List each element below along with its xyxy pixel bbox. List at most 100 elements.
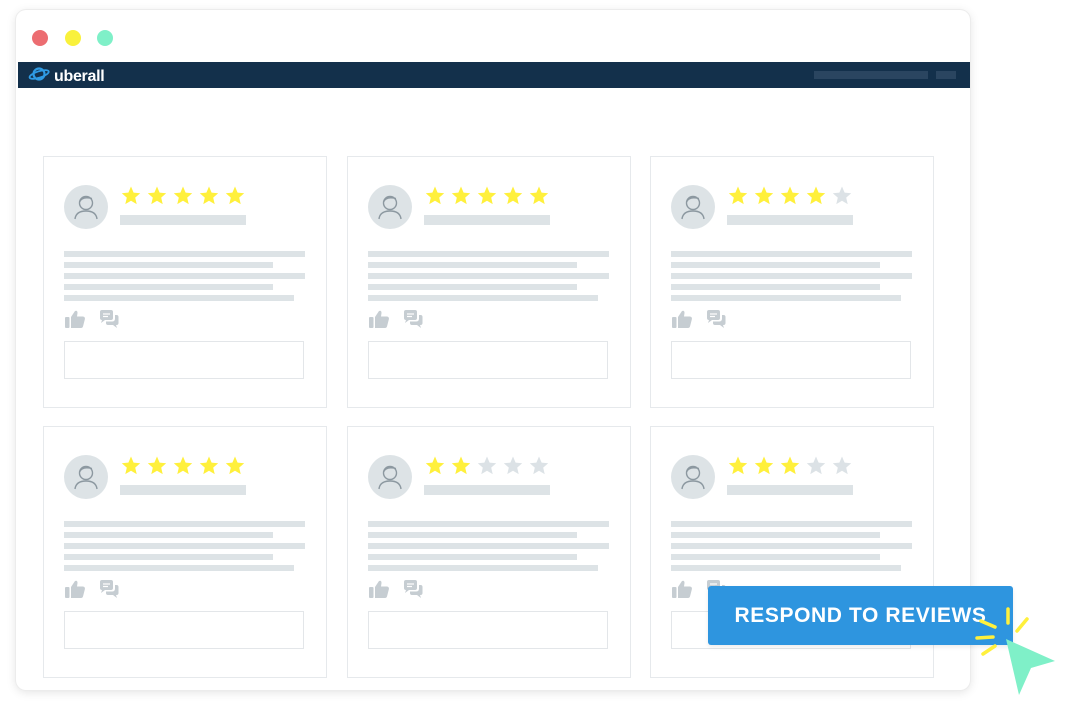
- reviewer-name-placeholder: [727, 485, 853, 495]
- review-text-placeholder: [64, 251, 305, 257]
- review-card: [347, 426, 631, 678]
- reviewer-name-placeholder: [727, 215, 853, 225]
- respond-to-reviews-button[interactable]: RESPOND TO REVIEWS: [708, 586, 1013, 645]
- review-text-placeholder: [368, 543, 609, 549]
- star-filled-icon: [754, 456, 774, 475]
- review-text-placeholder: [368, 554, 577, 560]
- review-card: [43, 156, 327, 408]
- review-card: [347, 156, 631, 408]
- review-text-placeholder: [368, 565, 598, 571]
- review-text-placeholder: [64, 284, 273, 290]
- review-card: [43, 426, 327, 678]
- star-rating: [727, 185, 853, 207]
- star-filled-icon: [451, 186, 471, 205]
- review-text-placeholder: [671, 262, 880, 268]
- reply-input[interactable]: [64, 341, 304, 379]
- comment-bubble-icon[interactable]: [402, 579, 424, 604]
- thumbs-up-icon[interactable]: [64, 309, 86, 334]
- star-filled-icon: [425, 186, 445, 205]
- review-text-placeholder: [368, 262, 577, 268]
- window-minimize-dot[interactable]: [65, 30, 81, 46]
- review-text-placeholder: [64, 262, 273, 268]
- review-text-placeholder: [671, 273, 912, 279]
- star-rating: [424, 455, 550, 477]
- brand-logo[interactable]: uberall: [28, 66, 105, 87]
- review-text-placeholder: [64, 543, 305, 549]
- thumbs-up-icon[interactable]: [368, 579, 390, 604]
- reviewer-name-placeholder: [424, 485, 550, 495]
- avatar-icon: [64, 185, 108, 229]
- click-cursor: [975, 605, 1060, 705]
- comment-bubble-icon[interactable]: [402, 309, 424, 334]
- avatar-icon: [671, 455, 715, 499]
- review-text-placeholder: [64, 273, 305, 279]
- review-text-placeholder: [671, 532, 880, 538]
- star-filled-icon: [225, 456, 245, 475]
- star-filled-icon: [147, 456, 167, 475]
- review-text-placeholder: [64, 521, 305, 527]
- thumbs-up-icon[interactable]: [671, 309, 693, 334]
- star-empty-icon: [832, 186, 852, 205]
- avatar-icon: [368, 185, 412, 229]
- star-filled-icon: [147, 186, 167, 205]
- star-rating: [120, 455, 246, 477]
- review-text-placeholder: [671, 543, 912, 549]
- reply-input[interactable]: [368, 341, 608, 379]
- star-filled-icon: [728, 186, 748, 205]
- thumbs-up-icon[interactable]: [64, 579, 86, 604]
- comment-bubble-icon[interactable]: [98, 309, 120, 334]
- star-filled-icon: [451, 456, 471, 475]
- review-text-placeholder: [368, 532, 577, 538]
- star-empty-icon: [806, 456, 826, 475]
- window-maximize-dot[interactable]: [97, 30, 113, 46]
- star-filled-icon: [199, 456, 219, 475]
- comment-bubble-icon[interactable]: [705, 309, 727, 334]
- review-text-placeholder: [671, 284, 880, 290]
- cursor-arrow-icon: [1006, 639, 1055, 695]
- star-filled-icon: [728, 456, 748, 475]
- star-filled-icon: [199, 186, 219, 205]
- star-filled-icon: [173, 186, 193, 205]
- avatar-icon: [368, 455, 412, 499]
- review-text-placeholder: [64, 554, 273, 560]
- star-empty-icon: [503, 456, 523, 475]
- review-text-placeholder: [368, 273, 609, 279]
- star-filled-icon: [425, 456, 445, 475]
- thumbs-up-icon[interactable]: [671, 579, 693, 604]
- reviewer-name-placeholder: [424, 215, 550, 225]
- review-text-placeholder: [368, 251, 609, 257]
- star-filled-icon: [780, 186, 800, 205]
- avatar-icon: [671, 185, 715, 229]
- navbar-placeholder-menu[interactable]: [814, 71, 928, 79]
- star-empty-icon: [477, 456, 497, 475]
- star-filled-icon: [529, 186, 549, 205]
- star-filled-icon: [754, 186, 774, 205]
- window-close-dot[interactable]: [32, 30, 48, 46]
- thumbs-up-icon[interactable]: [368, 309, 390, 334]
- star-filled-icon: [477, 186, 497, 205]
- review-text-placeholder: [368, 284, 577, 290]
- star-empty-icon: [832, 456, 852, 475]
- review-text-placeholder: [64, 295, 294, 301]
- star-filled-icon: [121, 186, 141, 205]
- reply-input[interactable]: [64, 611, 304, 649]
- star-rating: [727, 455, 853, 477]
- review-text-placeholder: [671, 295, 901, 301]
- review-text-placeholder: [368, 521, 609, 527]
- reviewer-name-placeholder: [120, 215, 246, 225]
- review-text-placeholder: [368, 295, 598, 301]
- navbar-placeholder-user[interactable]: [936, 71, 956, 79]
- review-text-placeholder: [671, 554, 880, 560]
- reply-input[interactable]: [671, 341, 911, 379]
- avatar-icon: [64, 455, 108, 499]
- planet-icon: [28, 66, 50, 87]
- reply-input[interactable]: [368, 611, 608, 649]
- star-filled-icon: [806, 186, 826, 205]
- review-text-placeholder: [64, 532, 273, 538]
- star-rating: [120, 185, 246, 207]
- review-text-placeholder: [671, 565, 901, 571]
- review-card: [650, 156, 934, 408]
- review-text-placeholder: [64, 565, 294, 571]
- comment-bubble-icon[interactable]: [98, 579, 120, 604]
- star-filled-icon: [173, 456, 193, 475]
